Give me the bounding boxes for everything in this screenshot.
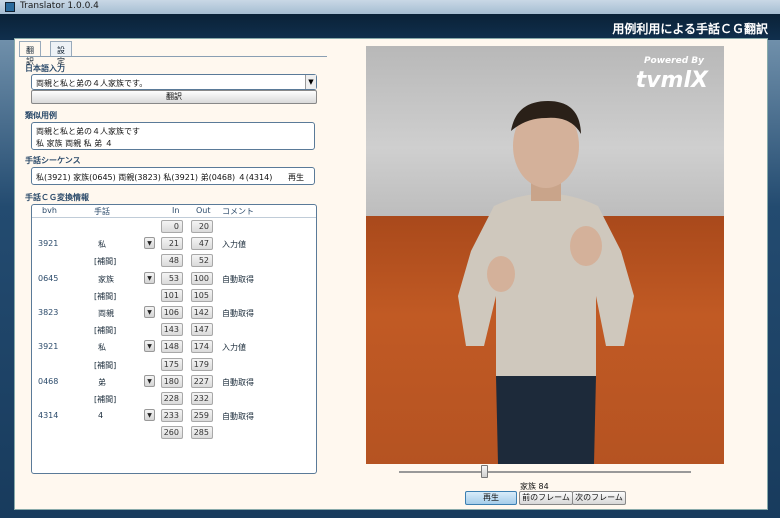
title-bar: Translator 1.0.0.4 [0, 0, 780, 14]
row-out[interactable]: 142 [191, 306, 213, 319]
row-out[interactable]: 47 [191, 237, 213, 251]
sequence-box: 私(3921) 家族(0645) 両親(3823) 私(3921) 弟(0468… [31, 167, 315, 185]
row-comment: 入力値 [222, 240, 246, 250]
row-out[interactable]: 20 [191, 220, 213, 233]
chevron-down-icon[interactable]: ▼ [144, 409, 155, 422]
row-out[interactable]: 174 [191, 340, 213, 354]
header-bvh: bvh [42, 206, 57, 215]
row-out[interactable]: 100 [191, 271, 213, 285]
chevron-down-icon[interactable]: ▼ [144, 271, 155, 284]
row-in[interactable]: 0 [161, 220, 183, 233]
row-in[interactable]: 175 [161, 357, 183, 371]
row-word: 私 [98, 343, 106, 353]
conversion-grid: bvh 手話 In Out コメント 0 20 3921 私 ▼ 21 47 入力値 [補間] 4… [31, 204, 317, 474]
row-out[interactable]: 105 [191, 288, 213, 302]
header-word: 手話 [94, 207, 110, 216]
row-word: 4 [98, 411, 104, 421]
row-in[interactable]: 53 [161, 271, 183, 285]
prev-frame-button[interactable]: 前のフレーム [519, 491, 573, 505]
row-in[interactable]: 228 [161, 392, 183, 405]
sequence-text: 私(3921) 家族(0645) 両親(3823) 私(3921) 弟(0468… [36, 173, 273, 182]
row-word: [補間] [94, 291, 117, 301]
row-word: [補間] [94, 360, 117, 370]
frame-slider[interactable] [399, 471, 691, 473]
app-window: Translator 1.0.0.4 用例利用による手話ＣＧ翻訳 翻訳 設定 日… [0, 0, 780, 518]
japanese-input[interactable]: 両親と私と弟の４人家族です。 ▼ [31, 74, 317, 90]
row-out[interactable]: 147 [191, 323, 213, 337]
chevron-down-icon[interactable]: ▼ [144, 374, 155, 387]
row-in[interactable]: 21 [161, 237, 183, 251]
row-bvh: 0645 [38, 273, 59, 283]
row-in[interactable]: 233 [161, 409, 183, 423]
sequence-play-button[interactable]: 再生 [288, 172, 304, 183]
chevron-down-icon[interactable]: ▼ [305, 75, 316, 89]
similar-line-1: 両親と私と弟の４人家族です [36, 127, 140, 136]
tab-translate[interactable]: 翻訳 [19, 41, 41, 66]
header-comment: コメント [222, 207, 254, 216]
row-out[interactable]: 285 [191, 426, 213, 440]
row-comment: 自動取得 [222, 309, 254, 318]
similar-line-2: 私 家族 両親 私 弟 ４ [36, 139, 113, 148]
frame-slider-thumb[interactable] [480, 465, 488, 478]
powered-by-label: Powered By [643, 56, 704, 66]
tab-divider [19, 56, 327, 57]
translate-button[interactable]: 翻訳 [31, 90, 317, 104]
input-label: 日本語入力 [25, 64, 65, 73]
row-word: [補間] [94, 326, 117, 336]
row-out[interactable]: 227 [191, 374, 213, 388]
row-bvh: 0468 [38, 376, 59, 386]
row-word: 私 [98, 240, 106, 250]
row-bvh: 4314 [38, 411, 59, 421]
row-word: [補間] [94, 395, 117, 404]
similar-example-box: 両親と私と弟の４人家族です 私 家族 両親 私 弟 ４ [31, 122, 315, 150]
row-bvh: 3921 [38, 342, 59, 352]
chevron-down-icon[interactable]: ▼ [144, 306, 155, 318]
row-bvh: 3823 [38, 308, 59, 317]
banner-title: 用例利用による手話ＣＧ翻訳 [612, 22, 768, 36]
row-in[interactable]: 180 [161, 374, 183, 388]
main-panel: 翻訳 設定 日本語入力 両親と私と弟の４人家族です。 ▼ 翻訳 類似用例 両親と… [14, 38, 768, 510]
cg-viewer: Powered By tvmlX [366, 46, 724, 464]
row-word: 弟 [98, 377, 106, 387]
header-in: In [172, 206, 180, 215]
header-out: Out [196, 206, 211, 215]
row-comment: 自動取得 [222, 377, 254, 387]
grid-label: 手話ＣＧ変換情報 [25, 193, 89, 202]
row-out[interactable]: 259 [191, 409, 213, 423]
window-title: Translator 1.0.0.4 [20, 1, 99, 11]
row-out[interactable]: 52 [191, 254, 213, 268]
row-in[interactable]: 106 [161, 306, 183, 319]
app-icon [5, 2, 15, 12]
next-frame-button[interactable]: 次のフレーム [572, 491, 626, 505]
row-in[interactable]: 148 [161, 340, 183, 354]
row-comment: 自動取得 [222, 412, 254, 422]
brand-logo: tvmlX [635, 68, 708, 93]
row-out[interactable]: 179 [191, 357, 213, 371]
tab-settings[interactable]: 設定 [50, 41, 72, 66]
row-word: [補間] [94, 257, 117, 267]
similar-label: 類似用例 [25, 111, 57, 120]
row-in[interactable]: 260 [161, 426, 183, 440]
row-in[interactable]: 101 [161, 288, 183, 302]
sequence-label: 手話シーケンス [25, 156, 81, 165]
row-in[interactable]: 48 [161, 254, 183, 268]
row-out[interactable]: 232 [191, 392, 213, 405]
row-word: 両親 [98, 309, 114, 318]
avatar-figure [458, 101, 634, 464]
row-bvh: 3921 [38, 239, 59, 249]
japanese-input-value: 両親と私と弟の４人家族です。 [36, 79, 148, 88]
row-word: 家族 [98, 274, 114, 284]
row-comment: 入力値 [222, 343, 246, 353]
chevron-down-icon[interactable]: ▼ [144, 237, 155, 250]
row-comment: 自動取得 [222, 274, 254, 284]
app-banner: 用例利用による手話ＣＧ翻訳 [0, 14, 780, 40]
chevron-down-icon[interactable]: ▼ [144, 340, 155, 353]
row-in[interactable]: 143 [161, 323, 183, 337]
play-button[interactable]: 再生 [465, 491, 517, 505]
header-divider [32, 217, 316, 218]
